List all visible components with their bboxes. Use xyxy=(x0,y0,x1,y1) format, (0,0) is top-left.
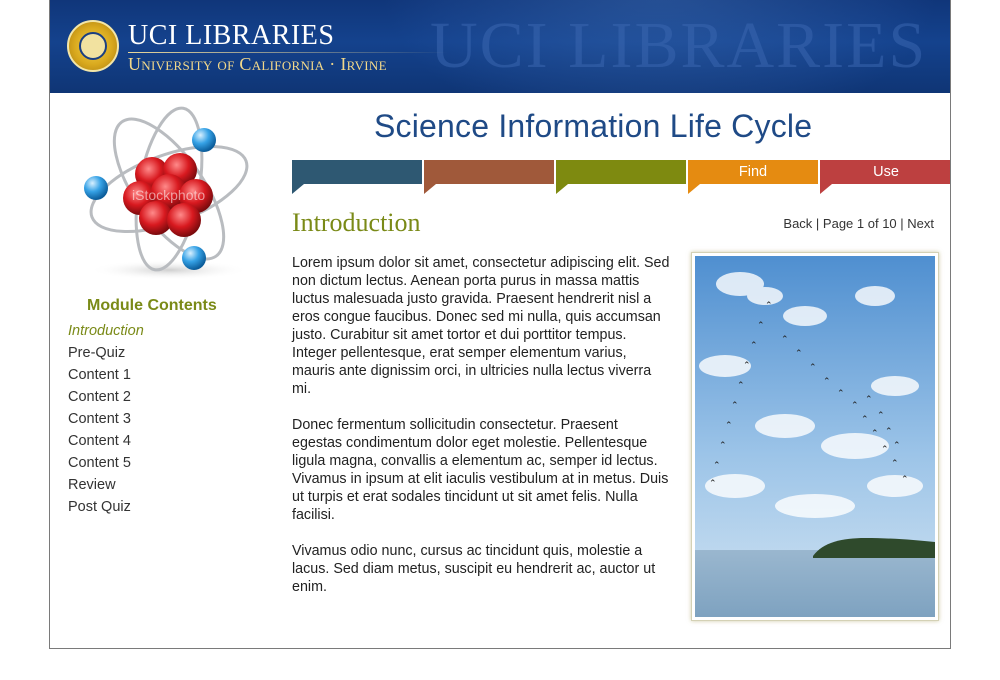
pager-separator: | xyxy=(896,216,908,231)
lifecycle-tab-find[interactable]: Find xyxy=(688,160,818,194)
svg-text:⌃: ⌃ xyxy=(885,427,893,437)
page-indicator: Page 1 of 10 xyxy=(822,216,897,231)
page-title: Science Information Life Cycle xyxy=(374,108,813,144)
tab-pointer xyxy=(556,184,568,194)
svg-text:⌃: ⌃ xyxy=(881,445,889,455)
section-heading: Introduction xyxy=(292,208,421,237)
seal-center xyxy=(79,32,107,60)
header-watermark: UCI LIBRARIES xyxy=(430,9,928,82)
svg-text:⌃: ⌃ xyxy=(781,335,789,345)
svg-text:⌃: ⌃ xyxy=(757,321,765,331)
svg-text:⌃: ⌃ xyxy=(851,401,859,411)
page-frame: UCI LIBRARIES UCI LIBRARIES University o… xyxy=(49,0,951,649)
svg-text:⌃: ⌃ xyxy=(809,363,817,373)
svg-text:⌃: ⌃ xyxy=(713,461,721,471)
tab-pointer xyxy=(820,184,832,194)
back-link[interactable]: Back xyxy=(783,216,812,231)
nav-item-post-quiz[interactable]: Post Quiz xyxy=(68,496,144,518)
lifecycle-tab-3[interactable] xyxy=(556,160,686,194)
svg-text:⌃: ⌃ xyxy=(837,389,845,399)
paragraph: Vivamus odio nunc, cursus ac tincidunt q… xyxy=(292,543,656,595)
uc-seal-logo[interactable] xyxy=(67,20,119,72)
svg-text:⌃: ⌃ xyxy=(891,459,899,469)
nav-item-pre-quiz[interactable]: Pre-Quiz xyxy=(68,342,144,364)
svg-text:⌃: ⌃ xyxy=(795,349,803,359)
svg-text:⌃: ⌃ xyxy=(737,381,745,391)
lifecycle-tabs: Find Use xyxy=(292,160,950,194)
lifecycle-tab-1[interactable] xyxy=(292,160,422,194)
svg-text:⌃: ⌃ xyxy=(743,361,751,371)
svg-text:⌃: ⌃ xyxy=(893,441,901,451)
brand-divider xyxy=(128,52,448,53)
svg-text:⌃: ⌃ xyxy=(865,395,873,405)
tab-label: Find xyxy=(738,164,768,180)
tab-pointer xyxy=(292,184,304,194)
nav-item-introduction[interactable]: Introduction xyxy=(68,320,144,342)
site-header: UCI LIBRARIES UCI LIBRARIES University o… xyxy=(50,0,950,93)
lifecycle-tab-use[interactable]: Use xyxy=(820,160,950,194)
svg-text:⌃: ⌃ xyxy=(861,415,869,425)
svg-text:⌃: ⌃ xyxy=(725,421,733,431)
svg-text:⌃: ⌃ xyxy=(877,411,885,421)
paragraph: Donec fermentum sollicitudin consectetur… xyxy=(292,417,669,523)
photo-image: ⌃⌃⌃⌃ ⌃⌃⌃⌃ ⌃⌃ ⌃⌃⌃⌃ ⌃⌃⌃⌃ ⌃⌃⌃ ⌃⌃⌃⌃ xyxy=(695,256,935,617)
module-contents-title: Module Contents xyxy=(87,297,217,314)
nav-item-review[interactable]: Review xyxy=(68,474,144,496)
brand-subtitle[interactable]: University of California · Irvine xyxy=(128,54,387,75)
svg-text:⌃: ⌃ xyxy=(901,475,909,485)
geese-sky-photo: ⌃ ⌃ ⌃ ⌃ ⌃ ⌃ ⌃ ⌃ ⌃ ⌃ ⌃ ⌃ ⌃ ⌃ ⌃ ⌃ ⌃ ⌃ ⌃ ⌃ ⌃ ⌃ ⌃ ⌃ ⌃ xyxy=(691,252,939,621)
svg-text:⌃: ⌃ xyxy=(765,301,773,311)
module-nav: Introduction Pre-Quiz Content 1 Content … xyxy=(68,320,144,518)
pager: Back | Page 1 of 10 | Next xyxy=(783,216,934,231)
nav-item-content-5[interactable]: Content 5 xyxy=(68,452,144,474)
tab-label: Use xyxy=(873,164,899,180)
svg-text:⌃: ⌃ xyxy=(871,429,879,439)
atom-image-watermark: iStockphoto xyxy=(132,187,205,203)
svg-text:⌃: ⌃ xyxy=(750,341,758,351)
body-text: Lorem ipsum dolor sit amet, consectetur … xyxy=(292,254,670,614)
svg-text:⌃: ⌃ xyxy=(719,441,727,451)
tab-pointer xyxy=(424,184,436,194)
next-link[interactable]: Next xyxy=(907,216,934,231)
svg-text:⌃: ⌃ xyxy=(709,479,717,489)
pager-separator: | xyxy=(812,216,823,231)
svg-text:⌃: ⌃ xyxy=(731,401,739,411)
nav-item-content-4[interactable]: Content 4 xyxy=(68,430,144,452)
nav-item-content-3[interactable]: Content 3 xyxy=(68,408,144,430)
nav-item-content-2[interactable]: Content 2 xyxy=(68,386,144,408)
lifecycle-tab-2[interactable] xyxy=(424,160,554,194)
nav-item-content-1[interactable]: Content 1 xyxy=(68,364,144,386)
svg-text:⌃: ⌃ xyxy=(823,377,831,387)
brand-title[interactable]: UCI LIBRARIES xyxy=(128,20,334,52)
atom-illustration: iStockphoto xyxy=(84,106,249,280)
tab-pointer xyxy=(688,184,700,194)
paragraph: Lorem ipsum dolor sit amet, consectetur … xyxy=(292,255,670,397)
